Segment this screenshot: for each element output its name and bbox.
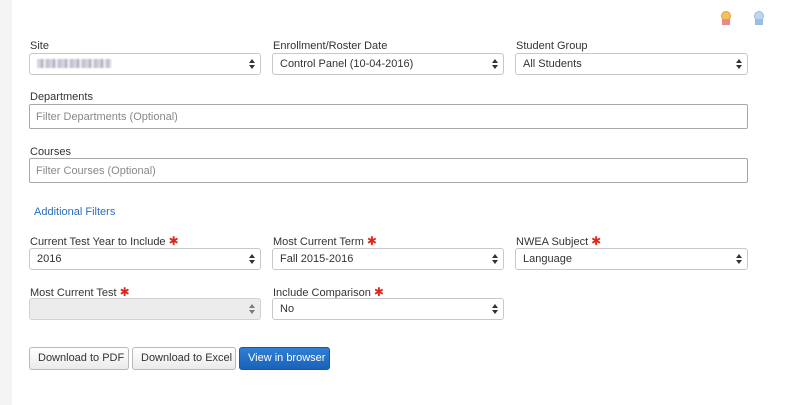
required-asterisk-icon: ✱ (168, 234, 179, 248)
roster-date-label: Enrollment/Roster Date (273, 40, 388, 52)
additional-filters-link[interactable]: Additional Filters (34, 206, 115, 218)
comparison-value: No (280, 303, 295, 315)
current-test-label: Most Current Test ✱ (30, 285, 130, 299)
roster-date-select[interactable]: Control Panel (10-04-2016) (272, 53, 504, 75)
nwea-subject-label: NWEA Subject ✱ (516, 234, 602, 248)
courses-input[interactable] (30, 159, 747, 182)
select-arrows-icon (492, 304, 498, 314)
test-year-value: 2016 (37, 253, 62, 265)
required-asterisk-icon: ✱ (366, 234, 377, 248)
test-year-label: Current Test Year to Include ✱ (30, 234, 179, 248)
site-select[interactable] (29, 53, 261, 75)
departments-input[interactable] (30, 105, 747, 128)
departments-field (29, 104, 748, 129)
select-arrows-icon (249, 254, 255, 264)
comparison-select[interactable]: No (272, 298, 504, 320)
comparison-label: Include Comparison ✱ (273, 285, 384, 299)
redacted-site-value (37, 59, 111, 68)
select-arrows-icon (736, 59, 742, 69)
courses-field (29, 158, 748, 183)
select-arrows-icon (249, 304, 255, 314)
current-term-select[interactable]: Fall 2015-2016 (272, 248, 504, 270)
select-arrows-icon (492, 254, 498, 264)
top-icons (720, 11, 765, 25)
test-year-select[interactable]: 2016 (29, 248, 261, 270)
award-ribbon-blue-icon[interactable] (753, 11, 765, 25)
student-group-value: All Students (523, 58, 582, 70)
courses-label: Courses (30, 146, 71, 158)
student-group-select[interactable]: All Students (515, 53, 748, 75)
download-excel-button[interactable]: Download to Excel (132, 347, 236, 370)
nwea-subject-value: Language (523, 253, 572, 265)
required-asterisk-icon: ✱ (591, 234, 602, 248)
departments-label: Departments (30, 91, 93, 103)
current-term-value: Fall 2015-2016 (280, 253, 354, 265)
view-in-browser-button[interactable]: View in browser (239, 347, 330, 370)
select-arrows-icon (736, 254, 742, 264)
download-pdf-button[interactable]: Download to PDF (29, 347, 129, 370)
required-asterisk-icon: ✱ (119, 285, 130, 299)
award-ribbon-gold-icon[interactable] (720, 11, 732, 25)
roster-date-value: Control Panel (10-04-2016) (280, 58, 414, 70)
select-arrows-icon (492, 59, 498, 69)
select-arrows-icon (249, 59, 255, 69)
site-label: Site (30, 40, 49, 52)
current-term-label: Most Current Term ✱ (273, 234, 377, 248)
required-asterisk-icon: ✱ (373, 285, 384, 299)
current-test-select[interactable] (29, 298, 261, 320)
nwea-subject-select[interactable]: Language (515, 248, 748, 270)
student-group-label: Student Group (516, 40, 588, 52)
